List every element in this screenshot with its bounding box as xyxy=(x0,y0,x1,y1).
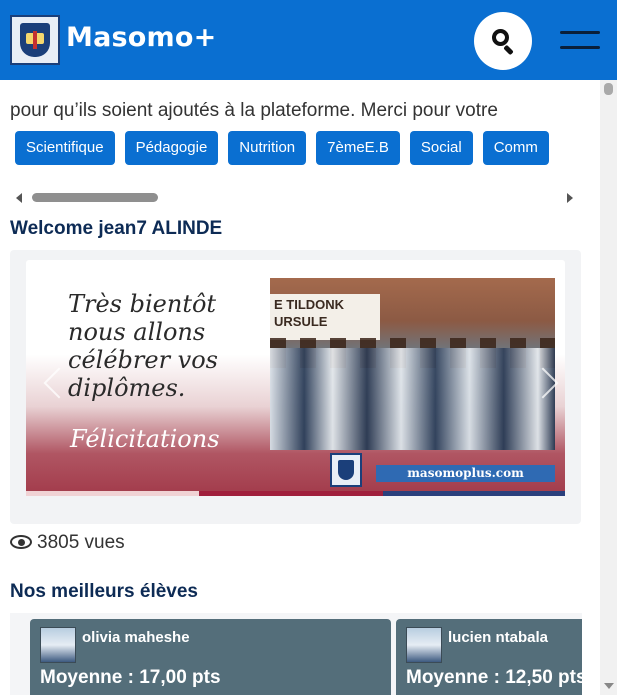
student-average: Moyenne : 12,50 pts xyxy=(406,667,582,688)
views-count: 3805 vues xyxy=(37,532,125,553)
scroll-down-arrow-icon[interactable] xyxy=(604,683,614,689)
avatar xyxy=(40,627,76,663)
hamburger-menu-icon[interactable] xyxy=(560,28,602,54)
slide-url: masomoplus.com xyxy=(376,465,555,482)
carousel-indicator-2[interactable] xyxy=(199,491,383,496)
slide-line: diplômes. xyxy=(68,374,186,402)
menu-line xyxy=(560,31,600,34)
slide-line: célébrer vos xyxy=(68,346,218,374)
tag-7emeeb[interactable]: 7èmeE.B xyxy=(316,131,400,165)
scroll-left-arrow-icon[interactable] xyxy=(16,193,22,203)
brand-name[interactable]: Masomo+ xyxy=(66,22,216,53)
logo-shield-icon xyxy=(20,23,50,57)
menu-line xyxy=(560,46,600,49)
sign-line: E TILDONK xyxy=(274,297,345,312)
student-name: lucien ntabala xyxy=(448,629,549,646)
tag-nutrition[interactable]: Nutrition xyxy=(228,131,307,165)
eye-pupil xyxy=(18,539,25,546)
slide-congrats: Félicitations xyxy=(70,425,220,453)
sign-line: URSULE xyxy=(274,314,328,329)
school-sign-text: E TILDONK URSULE xyxy=(274,296,344,330)
tag-comm[interactable]: Comm xyxy=(482,131,549,165)
avatar xyxy=(406,627,442,663)
student-card[interactable]: lucien ntabala Moyenne : 12,50 pts xyxy=(396,619,582,695)
welcome-heading: Welcome jean7 ALINDE xyxy=(10,218,223,239)
tag-pedagogie[interactable]: Pédagogie xyxy=(124,131,219,165)
photo-crowd xyxy=(270,348,555,450)
carousel-indicator-1[interactable] xyxy=(26,491,199,496)
search-button[interactable] xyxy=(474,12,532,70)
best-students-heading: Nos meilleurs élèves xyxy=(10,581,198,602)
graduates-photo: E TILDONK URSULE xyxy=(270,278,555,450)
page-scrollbar[interactable] xyxy=(600,80,617,695)
eye-icon xyxy=(10,535,32,549)
logo-shield-icon xyxy=(338,460,354,480)
slide-message: Très bientôt nous allons célébrer vos di… xyxy=(68,290,218,402)
announcement-marquee: pour qu’ils soient ajoutés à la platefor… xyxy=(10,100,498,121)
slide-line: Très bientôt xyxy=(68,290,217,318)
category-tags: Scientifique Pédagogie Nutrition 7èmeE.B Soc… xyxy=(10,131,582,187)
slide-line: nous allons xyxy=(68,318,206,346)
scroll-right-arrow-icon[interactable] xyxy=(567,193,573,203)
student-name: olivia maheshe xyxy=(82,629,190,646)
tags-scrollbar[interactable] xyxy=(10,189,582,206)
carousel-indicator-3[interactable] xyxy=(383,491,565,496)
search-icon xyxy=(492,29,509,46)
masomo-logo[interactable] xyxy=(10,15,60,65)
student-card[interactable]: olivia maheshe Moyenne : 17,00 pts xyxy=(30,619,391,695)
announcement-carousel: Très bientôt nous allons célébrer vos di… xyxy=(10,250,581,524)
tag-scientifique[interactable]: Scientifique xyxy=(15,131,115,165)
search-icon-handle xyxy=(503,44,514,56)
page: Masomo+ pour qu’ils soient ajoutés à la … xyxy=(0,0,617,695)
tag-list: Scientifique Pédagogie Nutrition 7èmeE.B Soc… xyxy=(15,131,559,165)
logo-cross xyxy=(33,31,37,49)
scrollbar-thumb[interactable] xyxy=(604,83,613,95)
tags-scrollbar-thumb[interactable] xyxy=(32,193,158,202)
carousel-indicators xyxy=(26,491,565,496)
tag-social[interactable]: Social xyxy=(409,131,473,165)
slide-logo xyxy=(330,453,362,487)
carousel-slide[interactable]: Très bientôt nous allons célébrer vos di… xyxy=(26,260,565,496)
app-header: Masomo+ xyxy=(0,0,617,80)
student-average: Moyenne : 17,00 pts xyxy=(40,667,221,688)
best-students-list: olivia maheshe Moyenne : 17,00 pts lucie… xyxy=(10,613,582,695)
